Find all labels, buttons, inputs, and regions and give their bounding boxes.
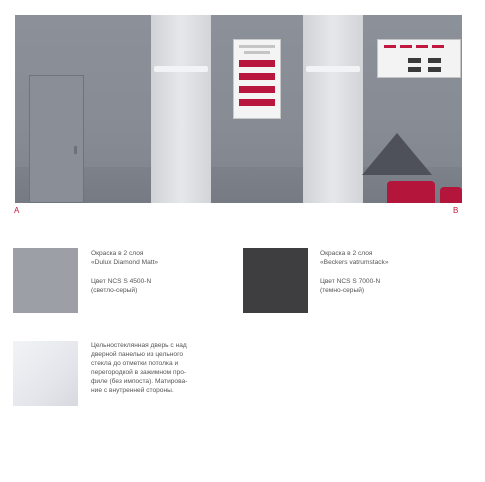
material-text-glass: Цельностеклянная дверь с над дверной пан…: [91, 341, 251, 395]
swatch-light-grey: [13, 248, 78, 313]
wall-sign: [377, 39, 461, 78]
wall-poster: [233, 39, 281, 119]
material-text-dark-grey: Окраска в 2 слоя «Beckers vatrumstack» Ц…: [320, 249, 480, 295]
wall-door: [29, 75, 84, 203]
material-text-light-grey: Окраска в 2 слоя «Dulux Diamond Matt» Цв…: [91, 249, 251, 295]
corner-label-a: A: [14, 206, 20, 215]
glass-door-description: Цельностеклянная дверь с над дверной пан…: [91, 342, 188, 394]
door-handle: [74, 146, 77, 154]
red-chair-left: [387, 181, 435, 203]
glass-door-right: [303, 15, 363, 203]
material-coat: Окраска в 2 слоя: [320, 250, 373, 257]
swatch-frosted-glass: [13, 341, 78, 406]
corner-label-b: B: [453, 206, 459, 215]
house-model: [362, 133, 432, 175]
material-brand: «Beckers vatrumstack»: [320, 259, 389, 266]
interior-rendering: [15, 15, 462, 203]
glass-door-left: [151, 15, 211, 203]
swatch-dark-grey: [243, 248, 308, 313]
glass-door-handle-left: [154, 66, 208, 72]
material-color-name: (темно-серый): [320, 287, 365, 294]
material-color-code: Цвет NCS S 7000-N: [320, 278, 381, 285]
glass-door-handle-right: [306, 66, 360, 72]
red-chair-right: [440, 187, 462, 203]
material-coat: Окраска в 2 слоя: [91, 250, 144, 257]
material-color-name: (светло-серый): [91, 287, 138, 294]
material-color-code: Цвет NCS S 4500-N: [91, 278, 152, 285]
material-brand: «Dulux Diamond Matt»: [91, 259, 159, 266]
